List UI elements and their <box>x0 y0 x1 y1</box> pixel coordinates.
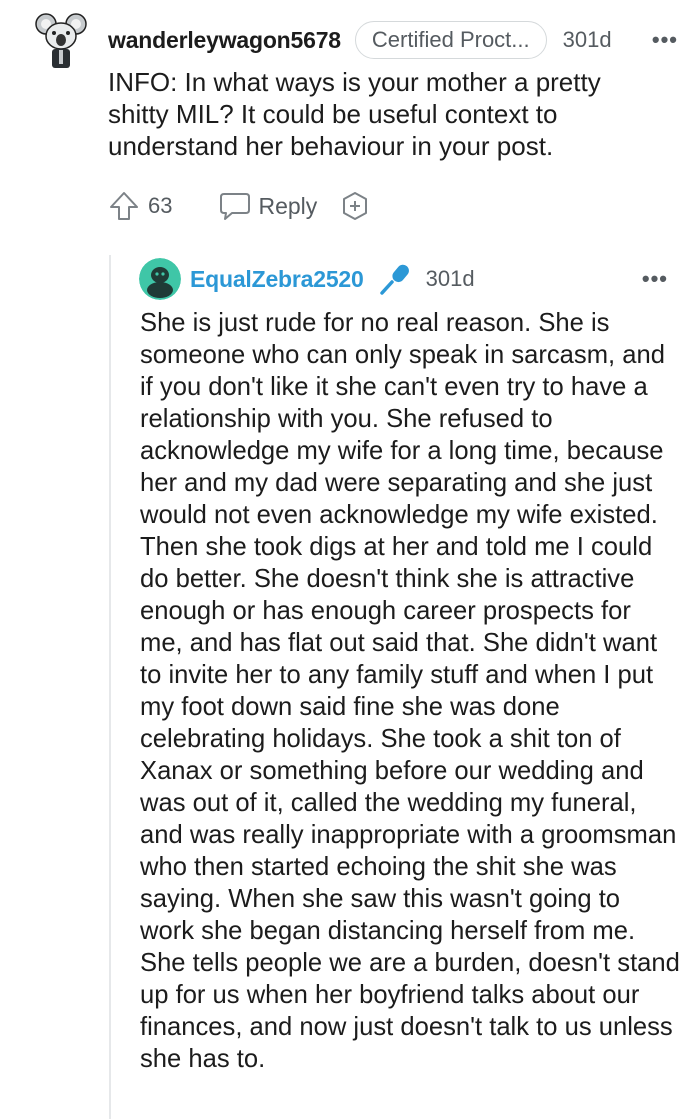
user-flair: Certified Proct... <box>354 21 547 59</box>
ellipsis-icon[interactable]: ••• <box>652 27 678 53</box>
add-award-icon <box>343 192 368 220</box>
comment-header: EqualZebra2520 301d ••• <box>190 258 668 300</box>
reply-label: Reply <box>258 192 318 219</box>
comment-actions: 63 Reply <box>108 188 371 224</box>
ellipsis-icon[interactable]: ••• <box>642 266 668 292</box>
comment-body: She is just rude for no real reason. She… <box>140 309 680 1073</box>
vote-count: 63 <box>148 193 173 218</box>
comment-age: 301d <box>562 27 612 52</box>
reply-button[interactable]: Reply <box>218 191 317 221</box>
comment-age: 301d <box>425 266 475 291</box>
user-avatar[interactable] <box>34 12 88 70</box>
microphone-icon <box>379 264 409 295</box>
speech-bubble-icon <box>220 193 251 220</box>
award-button[interactable] <box>339 190 371 222</box>
thread-line[interactable] <box>109 255 111 1119</box>
user-avatar[interactable] <box>139 258 181 300</box>
username[interactable]: EqualZebra2520 <box>190 266 364 293</box>
comment-header: wanderleywagon5678 Certified Proct... 30… <box>108 20 678 60</box>
username[interactable]: wanderleywagon5678 <box>108 27 341 54</box>
upvote-button[interactable]: 63 <box>108 190 172 222</box>
comment-body: INFO: In what ways is your mother a pret… <box>108 67 601 161</box>
upvote-arrow-icon <box>110 192 138 220</box>
